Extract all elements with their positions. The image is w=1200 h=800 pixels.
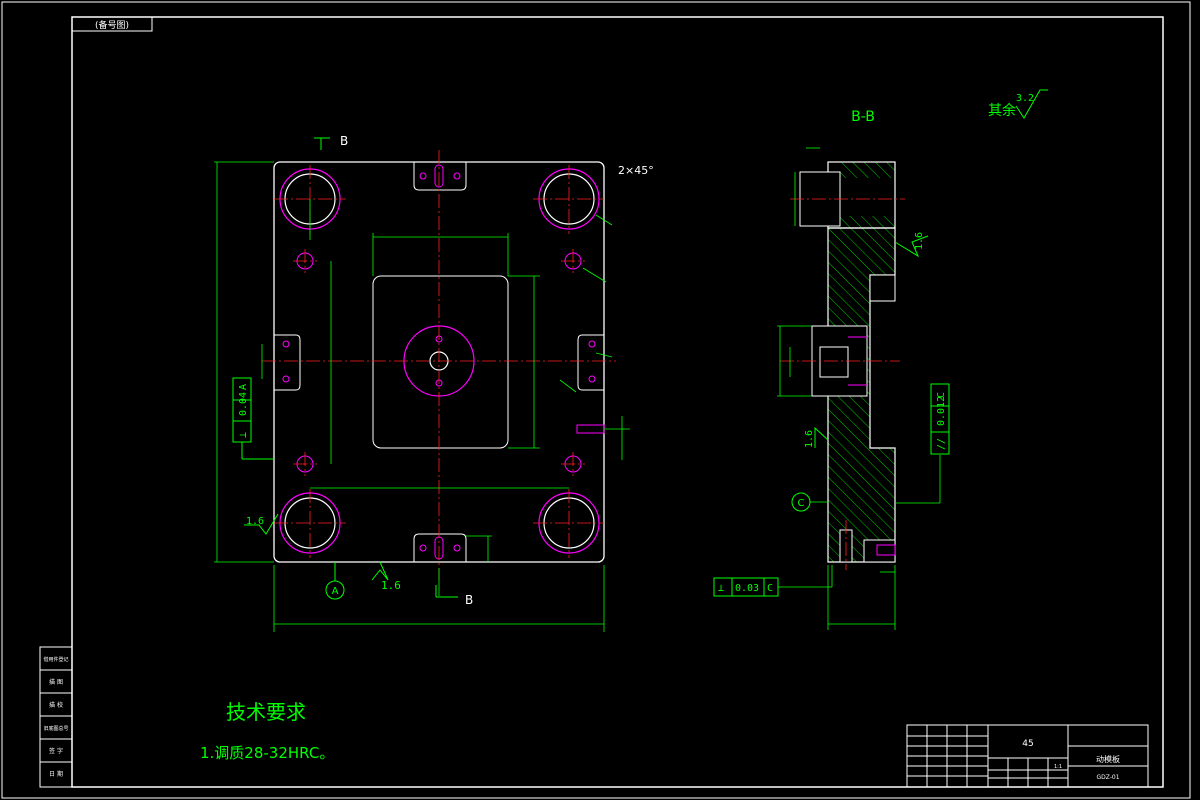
side-row-6: 日 期 (49, 770, 63, 778)
title-part-name: 动模板 (1096, 754, 1120, 764)
section-title: B-B (851, 109, 875, 125)
title-drawing-no: GDZ-01 (1096, 774, 1119, 781)
datum-a-label: A (332, 586, 339, 597)
roughness-symbol-bottom (371, 561, 389, 581)
frame2-datum: C (936, 392, 947, 398)
section-mark-lines (314, 137, 458, 598)
section-view (713, 147, 950, 630)
side-row-1: 借用件登记 (43, 656, 68, 663)
notes-heading: 技术要求 (226, 700, 306, 724)
frame1-datum: A (238, 384, 249, 390)
frame3-value: 0.03 (735, 583, 759, 594)
roughness-symbol-section-2 (814, 426, 829, 448)
outer-border (1, 1, 1191, 799)
side-threaded-hole (576, 424, 605, 434)
side-table (39, 646, 73, 788)
front-frame-texts: ⊥ 0.04 A (238, 384, 249, 438)
roughness-bottom: 1.6 (381, 579, 401, 592)
section-mark-top: B (340, 134, 348, 148)
frame1-value: 0.04 (238, 392, 249, 416)
frame3-datum: C (767, 583, 773, 594)
roughness-note-text: 其余 (988, 102, 1016, 119)
frame2-symbol: // (936, 438, 947, 450)
corner-label: (备号图) (95, 19, 129, 31)
section-mark-bottom: B (465, 593, 473, 607)
title-material: 45 (1022, 739, 1033, 749)
side-row-3: 描 校 (49, 701, 63, 709)
side-row-4: 旧底图总号 (43, 725, 68, 732)
datum-c-label: C (798, 498, 805, 509)
frame1-symbol: ⊥ (238, 432, 249, 438)
centerlines (262, 150, 616, 580)
roughness-section-2: 1.6 (804, 430, 815, 448)
inner-border (71, 16, 1164, 788)
chamfer-note: 2×45° (618, 164, 654, 177)
roughness-left: 1.6 (246, 516, 264, 527)
front-view (214, 137, 630, 632)
frame2-value: 0.012 (936, 396, 947, 426)
roughness-note-value: 3.2 (1016, 93, 1034, 104)
title-scale: 1:1 (1054, 764, 1062, 770)
side-row-2: 描 图 (49, 678, 63, 686)
frame3-symbol: ⊥ (718, 583, 724, 594)
drawing-sheet: (备号图) B B 2×45° A 1.6 1.6 ⊥ 0.04 A B-B 其… (1, 1, 1191, 799)
side-row-5: 签 字 (49, 747, 63, 755)
roughness-section-1: 1.6 (914, 232, 925, 250)
pocket-outline (372, 275, 509, 449)
notes-item-1: 1.调质28-32HRC。 (200, 744, 334, 762)
